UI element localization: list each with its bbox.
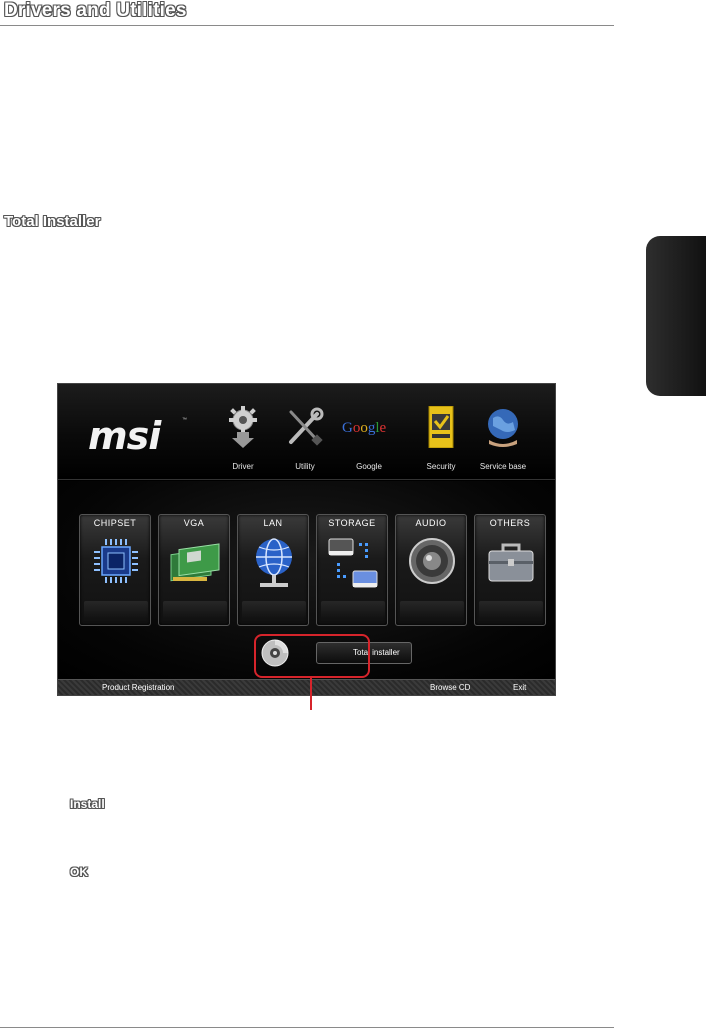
top-item-service-base[interactable]: Service base <box>472 406 534 471</box>
card-reflection <box>84 601 148 619</box>
top-item-label: Service base <box>479 462 527 471</box>
card-reflection <box>242 601 306 619</box>
top-item-google[interactable]: Google Google <box>338 406 400 471</box>
browse-cd-link[interactable]: Browse CD <box>430 683 470 692</box>
category-storage[interactable]: STORAGE <box>316 514 388 626</box>
step-ok-label: OK <box>70 865 88 879</box>
chip-icon <box>90 533 142 593</box>
category-label: OTHERS <box>489 518 531 528</box>
top-item-label: Driver <box>232 462 254 471</box>
category-lan[interactable]: LAN <box>237 514 309 626</box>
exit-link[interactable]: Exit <box>513 683 526 692</box>
graphics-card-icon <box>169 533 221 593</box>
msi-logo: msi <box>88 414 161 458</box>
card-reflection <box>400 601 464 619</box>
category-others[interactable]: OTHERS <box>474 514 546 626</box>
page-title: Drivers and Utilities <box>4 0 187 21</box>
category-audio[interactable]: AUDIO <box>395 514 467 626</box>
category-label: CHIPSET <box>93 518 137 528</box>
card-reflection <box>321 601 385 619</box>
svg-text:Google: Google <box>342 420 387 436</box>
speaker-icon <box>406 533 458 593</box>
google-logo-icon: Google <box>342 406 396 448</box>
app-header: msi ™ Driver Utility Google Google Secur… <box>58 384 555 480</box>
network-globe-icon <box>248 533 300 593</box>
gear-download-icon <box>223 406 263 448</box>
globe-hand-icon <box>483 406 523 448</box>
app-window: msi ™ Driver Utility Google Google Secur… <box>57 383 556 696</box>
toolbox-icon <box>485 533 537 593</box>
card-reflection <box>163 601 227 619</box>
top-item-label: Google <box>356 462 382 471</box>
step-install-label: Install <box>70 797 105 811</box>
top-item-security[interactable]: Security <box>410 405 472 471</box>
category-vga[interactable]: VGA <box>158 514 230 626</box>
category-label: VGA <box>183 518 205 528</box>
section-heading: Total Installer <box>4 213 101 230</box>
callout-line <box>310 678 312 710</box>
callout-highlight <box>254 634 370 678</box>
bottom-rule <box>0 1027 614 1028</box>
top-item-utility[interactable]: Utility <box>274 406 336 471</box>
top-item-driver[interactable]: Driver <box>212 406 274 471</box>
title-rule <box>0 25 614 26</box>
top-item-label: Utility <box>295 462 315 471</box>
category-label: LAN <box>263 518 283 528</box>
product-registration-link[interactable]: Product Registration <box>102 683 174 692</box>
card-reflection <box>479 601 543 619</box>
storage-drives-icon <box>327 533 379 593</box>
category-label: AUDIO <box>415 518 447 528</box>
category-chipset[interactable]: CHIPSET <box>79 514 151 626</box>
norton-shield-icon <box>421 405 461 449</box>
wrench-screwdriver-icon <box>285 406 325 448</box>
top-item-label: Security <box>426 462 456 471</box>
category-label: STORAGE <box>328 518 376 528</box>
trademark-mark: ™ <box>182 417 187 423</box>
side-tab <box>646 236 706 396</box>
app-footer: Product Registration Browse CD Exit <box>58 679 555 695</box>
